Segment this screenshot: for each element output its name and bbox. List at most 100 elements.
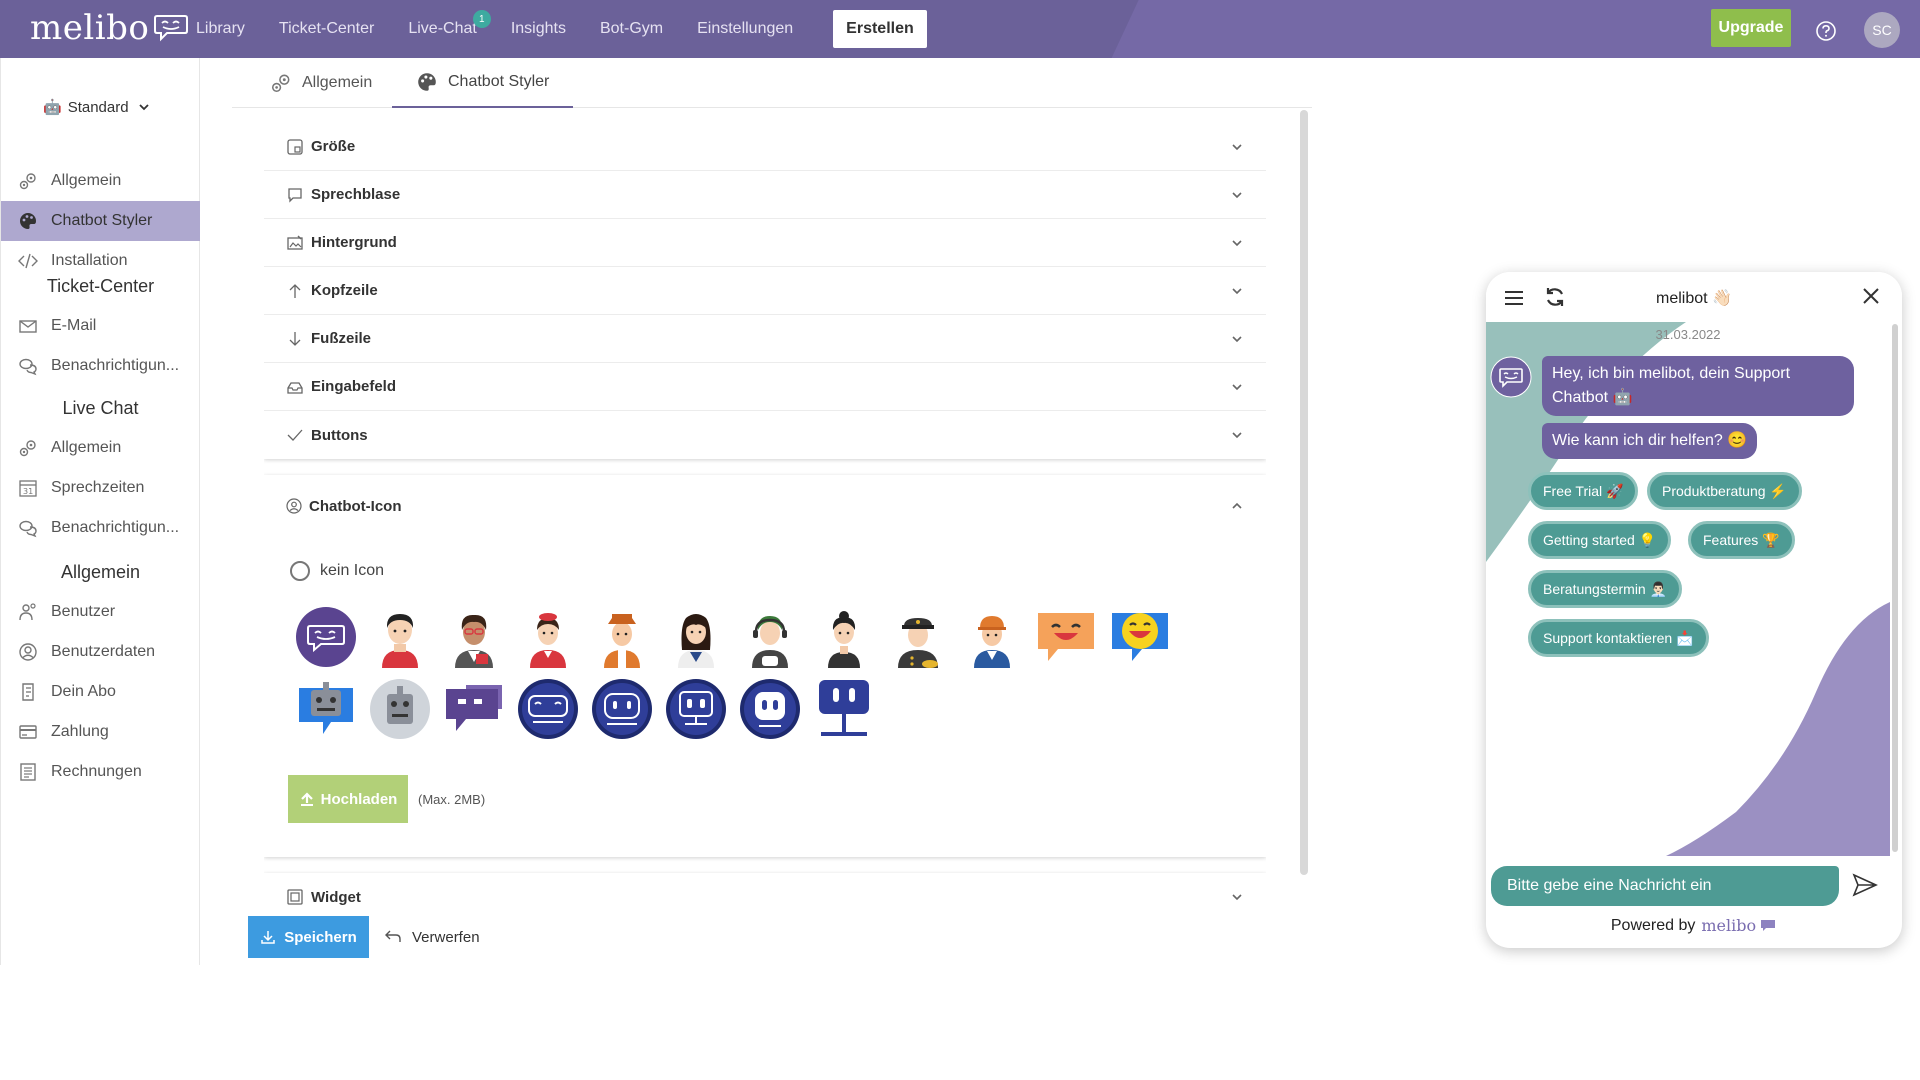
chevron-down-icon	[138, 104, 149, 111]
live-chat-badge: 1	[472, 10, 491, 28]
icon-option-robot-grey[interactable]	[368, 677, 432, 741]
icon-option-purple-bubble[interactable]	[294, 605, 358, 669]
logo-bubble-icon	[154, 15, 189, 42]
discard-label: Verwerfen	[412, 928, 480, 946]
heading-general: Allgemein	[60, 562, 141, 582]
help-icon[interactable]	[1815, 20, 1837, 42]
quick-reply-button[interactable]: Features 🏆	[1688, 521, 1795, 559]
accordion-input-field[interactable]: Eingabefeld	[264, 363, 1266, 411]
icon-option-yellow-smile-bubble[interactable]	[1108, 605, 1172, 669]
upload-button[interactable]: Hochladen	[288, 775, 408, 823]
accordion-buttons[interactable]: Buttons	[264, 411, 1266, 459]
icon-option-person-2[interactable]	[442, 605, 506, 669]
sidebar-item-installation[interactable]: Installation	[1, 241, 200, 281]
sidebar-item-email[interactable]: E-Mail	[1, 306, 200, 346]
user-circle-icon	[286, 498, 302, 514]
icon-option-robot-face-1[interactable]	[516, 677, 580, 741]
chat-scrollbar[interactable]	[1892, 324, 1898, 852]
chevron-down-icon	[1232, 432, 1242, 439]
bot-selector-dropdown[interactable]: 🤖 Standard	[43, 98, 151, 116]
accordion-footer[interactable]: Fußzeile	[264, 315, 1266, 363]
accordion-speech-bubble[interactable]: Sprechblase	[264, 171, 1266, 219]
sidebar-item-label: Chatbot Styler	[51, 212, 153, 229]
powered-by-brand[interactable]: melibo	[1701, 916, 1756, 935]
sidebar-item-live-notifications[interactable]: Benachrichtigun...	[1, 508, 200, 548]
sidebar-item-ticket-notifications[interactable]: Benachrichtigun...	[1, 346, 200, 386]
icon-option-robot-face-3[interactable]	[664, 677, 728, 741]
nav-live-chat[interactable]: Live-Chat 1	[408, 10, 491, 38]
nav-create-button[interactable]: Erstellen	[833, 10, 927, 48]
mail-icon	[17, 315, 39, 337]
user-avatar[interactable]: SC	[1864, 12, 1900, 48]
speech-bubble-icon	[286, 186, 304, 204]
chat-bubbles-icon	[17, 355, 39, 377]
nav-bot-gym[interactable]: Bot-Gym	[600, 20, 663, 38]
save-button[interactable]: Speichern	[248, 916, 369, 958]
icon-option-purple-chat-bubble[interactable]	[442, 677, 506, 741]
sidebar-item-user-data[interactable]: Benutzerdaten	[1, 632, 200, 672]
accordion-label: Fußzeile	[311, 330, 372, 347]
quick-reply-button[interactable]: Getting started 💡	[1528, 521, 1672, 559]
chatbot-icon-header[interactable]: Chatbot-Icon	[264, 475, 1266, 537]
sidebar-item-label: Installation	[51, 252, 128, 269]
bot-message: Hey, ich bin melibot, dein Support Chatb…	[1542, 356, 1854, 416]
sidebar-item-label: Dein Abo	[51, 683, 116, 700]
close-icon[interactable]	[1862, 287, 1880, 305]
tab-chatbot-styler[interactable]: Chatbot Styler	[392, 58, 574, 108]
accordion-widget[interactable]: Widget	[264, 873, 1266, 910]
tab-general[interactable]: Allgemein	[246, 58, 396, 108]
main-nav: Library Ticket-Center Live-Chat 1 Insigh…	[196, 0, 961, 58]
icon-option-orange-smile-bubble[interactable]	[1034, 605, 1098, 669]
topbar-decoration	[1082, 0, 1920, 58]
accordion-header[interactable]: Kopfzeile	[264, 267, 1266, 315]
checkmark-icon	[286, 426, 304, 444]
nav-ticket-center[interactable]: Ticket-Center	[279, 20, 374, 38]
sidebar-item-users[interactable]: Benutzer	[1, 592, 200, 632]
sidebar-item-subscription[interactable]: Dein Abo	[1, 672, 200, 712]
accordion-size[interactable]: Größe	[264, 123, 1266, 171]
radio-button[interactable]	[290, 561, 310, 581]
sidebar-item-live-general[interactable]: Allgemein	[1, 428, 200, 468]
icon-option-robot-monitor[interactable]	[812, 677, 876, 741]
chatbot-icon-card: Chatbot-Icon kein Icon Hochladen (Max. 2…	[264, 475, 1266, 857]
chevron-down-icon	[1232, 384, 1242, 391]
subscription-icon	[17, 681, 39, 703]
sidebar-item-office-hours[interactable]: 31 Sprechzeiten	[1, 468, 200, 508]
icon-option-person-6[interactable]	[738, 605, 802, 669]
icon-option-person-1[interactable]	[368, 605, 432, 669]
icon-option-robot-face-2[interactable]	[590, 677, 654, 741]
powered-by: Powered by melibo	[1486, 916, 1902, 935]
icon-option-person-5[interactable]	[664, 605, 728, 669]
icon-option-person-9[interactable]	[960, 605, 1024, 669]
nav-library[interactable]: Library	[196, 20, 245, 38]
nav-insights[interactable]: Insights	[511, 20, 566, 38]
nav-settings[interactable]: Einstellungen	[697, 20, 793, 38]
upgrade-button[interactable]: Upgrade	[1711, 9, 1791, 47]
widget-icon	[286, 888, 304, 906]
icon-option-robot-blue[interactable]	[294, 677, 358, 741]
discard-button[interactable]: Verwerfen	[384, 916, 480, 958]
sidebar-item-chatbot-styler[interactable]: Chatbot Styler	[1, 201, 200, 241]
no-icon-option[interactable]: kein Icon	[290, 561, 384, 581]
icon-option-person-4[interactable]	[590, 605, 654, 669]
melibo-logo[interactable]: melibo	[30, 8, 189, 48]
invoice-icon	[17, 761, 39, 783]
send-icon[interactable]	[1852, 872, 1878, 898]
quick-reply-button[interactable]: Beratungstermin 👨🏻‍💼	[1528, 570, 1683, 608]
sidebar-item-general[interactable]: Allgemein	[1, 161, 200, 201]
main-scrollbar[interactable]	[1300, 110, 1308, 875]
icon-option-person-3[interactable]	[516, 605, 580, 669]
sidebar-item-invoices[interactable]: Rechnungen	[1, 752, 200, 792]
chat-bubbles-icon	[17, 517, 39, 539]
chat-messages-area: 31.03.2022 Hey, ich bin melibot, dein Su…	[1486, 322, 1890, 856]
upload-size-hint: (Max. 2MB)	[418, 791, 486, 807]
chat-message-input[interactable]: Bitte gebe eine Nachricht ein	[1491, 866, 1839, 906]
sidebar-item-payment[interactable]: Zahlung	[1, 712, 200, 752]
icon-option-robot-face-4[interactable]	[738, 677, 802, 741]
accordion-background[interactable]: Hintergrund	[264, 219, 1266, 267]
quick-reply-button[interactable]: Support kontaktieren 📩	[1528, 619, 1709, 657]
quick-reply-button[interactable]: Free Trial 🚀	[1528, 472, 1639, 510]
icon-option-person-7[interactable]	[812, 605, 876, 669]
quick-reply-button[interactable]: Produktberatung ⚡	[1647, 472, 1802, 510]
icon-option-person-8[interactable]	[886, 605, 950, 669]
